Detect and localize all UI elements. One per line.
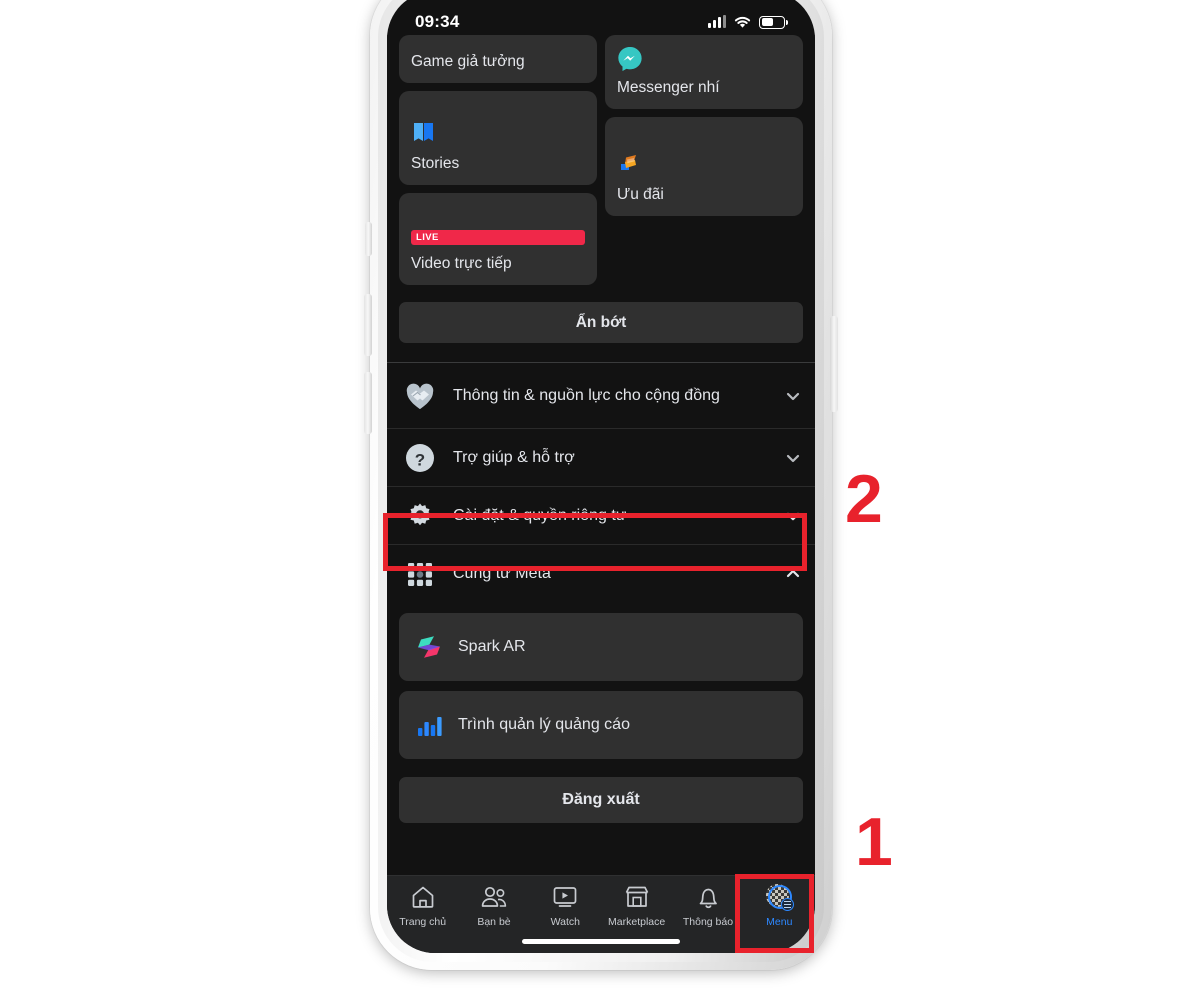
volume-up-button[interactable]: [364, 294, 372, 356]
tab-watch[interactable]: Watch: [530, 884, 601, 928]
shortcuts-grid: Game giả tưởng Stories LIVE Video trực t…: [387, 35, 815, 285]
status-bar-clock: 09:34: [415, 12, 460, 31]
row-help-support[interactable]: ? Trợ giúp & hỗ trợ: [387, 429, 815, 487]
tab-label: Bạn bè: [477, 916, 511, 928]
app-label: Spark AR: [458, 638, 526, 655]
tab-label: Watch: [550, 916, 580, 928]
power-button[interactable]: [830, 316, 838, 412]
logout-button[interactable]: Đăng xuất: [399, 777, 803, 823]
app-button-spark-ar[interactable]: Spark AR: [399, 613, 803, 681]
tile-label: Game giả tưởng: [411, 52, 525, 70]
app-button-ads-manager[interactable]: Trình quản lý quảng cáo: [399, 691, 803, 759]
app-label: Trình quản lý quảng cáo: [458, 716, 630, 733]
tile-offers[interactable]: Ưu đãi: [605, 117, 803, 216]
chevron-down-icon: [786, 454, 800, 462]
highlight-box-settings-row: [383, 513, 807, 571]
volume-down-button[interactable]: [364, 372, 372, 434]
wifi-icon: [734, 16, 751, 28]
cellular-signal-icon: [708, 15, 726, 28]
hide-less-label: Ẩn bớt: [575, 313, 627, 331]
menu-scroll-content[interactable]: Game giả tưởng Stories LIVE Video trực t…: [387, 35, 815, 875]
tab-notifications[interactable]: Thông báo: [672, 884, 743, 928]
ads-manager-bars-icon: [418, 717, 442, 736]
tile-label: Messenger nhí: [617, 78, 720, 96]
marketplace-store-icon: [624, 884, 650, 910]
row-label: Thông tin & nguồn lực cho cộng đồng: [453, 386, 720, 404]
tile-live-video[interactable]: LIVE Video trực tiếp: [399, 193, 597, 285]
annotation-step-2: 2: [845, 461, 883, 537]
live-badge: LIVE: [411, 229, 585, 245]
tab-friends[interactable]: Bạn bè: [458, 884, 529, 928]
battery-icon: [759, 15, 788, 29]
tile-label: Video trực tiếp: [411, 254, 512, 272]
tile-stories[interactable]: Stories: [399, 91, 597, 185]
tab-label: Thông báo: [682, 916, 734, 928]
chevron-down-icon: [786, 392, 800, 400]
tile-messenger-kids[interactable]: Messenger nhí: [605, 35, 803, 109]
annotation-step-1: 1: [855, 804, 893, 880]
tab-marketplace[interactable]: Marketplace: [601, 884, 672, 928]
silent-switch-button[interactable]: [365, 222, 372, 256]
home-indicator[interactable]: [522, 939, 680, 944]
row-community-info[interactable]: Thông tin & nguồn lực cho cộng đồng: [387, 363, 815, 429]
tab-label: Marketplace: [608, 916, 666, 928]
spark-ar-icon: [418, 636, 440, 658]
row-label: Trợ giúp & hỗ trợ: [453, 448, 575, 466]
tile-game[interactable]: Game giả tưởng: [399, 35, 597, 83]
tile-label: Ưu đãi: [617, 185, 664, 203]
status-bar-indicators: [708, 15, 788, 29]
offers-icon: [621, 154, 636, 170]
tab-home[interactable]: Trang chủ: [387, 884, 458, 928]
question-mark-icon: ?: [406, 443, 434, 472]
stories-book-icon: [414, 122, 433, 141]
messenger-kids-icon: [618, 46, 642, 71]
logout-label: Đăng xuất: [562, 791, 640, 808]
home-icon: [410, 884, 436, 910]
friends-icon: [480, 884, 508, 910]
watch-play-icon: [552, 884, 578, 910]
svg-text:?: ?: [415, 450, 425, 469]
bell-icon: [696, 884, 720, 910]
phone-screen: 09:34 Game giả tưởng Stories LIVE Video …: [387, 0, 815, 953]
tile-label: Stories: [411, 154, 460, 172]
hide-less-button[interactable]: Ẩn bớt: [399, 302, 803, 343]
tab-label: Trang chủ: [399, 916, 447, 928]
screenshot-root: 09:34 Game giả tưởng Stories LIVE Video …: [0, 0, 1204, 988]
highlight-box-menu-tab: [735, 874, 814, 953]
handshake-heart-icon: [406, 383, 434, 409]
